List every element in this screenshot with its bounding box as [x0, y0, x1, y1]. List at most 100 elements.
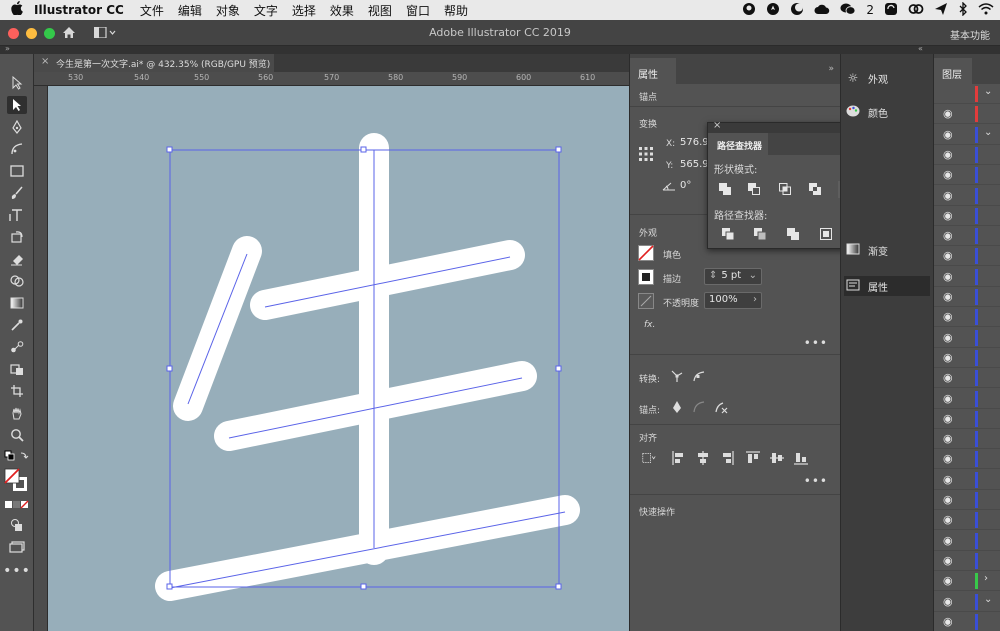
menu-type[interactable]: 文字	[254, 2, 278, 19]
symbol-sprayer-tool-icon[interactable]	[7, 360, 27, 378]
cut-path-icon[interactable]	[714, 400, 728, 414]
close-tab-icon[interactable]: ×	[41, 56, 49, 67]
layer-row[interactable]: ◉	[934, 490, 1000, 510]
visibility-eye-icon[interactable]: ◉	[943, 493, 953, 506]
visibility-eye-icon[interactable]: ◉	[943, 249, 953, 262]
selection-tool-icon[interactable]	[7, 74, 27, 92]
eyedropper-tool-icon[interactable]	[7, 316, 27, 334]
align-right-icon[interactable]	[720, 451, 734, 465]
layer-row[interactable]: ◉	[934, 470, 1000, 490]
stepper-icon[interactable]: ⇕	[709, 270, 717, 281]
merge-icon[interactable]	[785, 226, 801, 242]
opacity-field[interactable]: 100% ›	[704, 292, 762, 309]
visibility-eye-icon[interactable]: ◉	[943, 270, 953, 283]
visibility-eye-icon[interactable]: ◉	[943, 148, 953, 161]
align-top-icon[interactable]	[746, 451, 760, 465]
y-field[interactable]: 565.9	[680, 159, 709, 170]
visibility-eye-icon[interactable]: ◉	[943, 351, 953, 364]
chevron-right-icon[interactable]: ›	[753, 294, 757, 305]
menu-file[interactable]: 文件	[140, 2, 164, 19]
visibility-eye-icon[interactable]: ◉	[943, 107, 953, 120]
dock-appearance[interactable]: ☼ 外观	[844, 68, 930, 88]
visibility-eye-icon[interactable]: ◉	[943, 574, 953, 587]
send-icon[interactable]	[934, 2, 948, 19]
align-to-icon[interactable]	[642, 451, 656, 465]
eraser-tool-icon[interactable]	[7, 250, 27, 268]
layer-row[interactable]: ◉	[934, 368, 1000, 389]
visibility-eye-icon[interactable]: ◉	[943, 615, 953, 628]
layer-row[interactable]: ◉	[934, 307, 1000, 328]
workspace-switcher[interactable]: 基本功能	[950, 27, 990, 42]
color-mode-icon[interactable]	[5, 500, 29, 510]
paintbrush-tool-icon[interactable]	[7, 184, 27, 202]
layer-row[interactable]: ◉	[934, 348, 1000, 368]
artboard-canvas[interactable]	[48, 86, 629, 631]
layer-row[interactable]: ◉	[934, 551, 1000, 571]
default-fill-stroke-icon[interactable]	[4, 450, 30, 464]
app-name-menu[interactable]: Illustrator CC	[34, 3, 124, 17]
trim-icon[interactable]	[752, 226, 768, 242]
layer-row[interactable]: ◉	[934, 429, 1000, 450]
crop-icon[interactable]	[818, 226, 834, 242]
menu-effect[interactable]: 效果	[330, 2, 354, 19]
visibility-eye-icon[interactable]: ◉	[943, 432, 953, 445]
align-bottom-icon[interactable]	[794, 451, 808, 465]
expand-layer-icon[interactable]: ⌄	[984, 86, 992, 97]
layer-row[interactable]: ◉	[934, 104, 1000, 125]
visibility-eye-icon[interactable]: ◉	[943, 128, 953, 141]
divide-icon[interactable]	[720, 226, 736, 242]
wechat-icon[interactable]	[840, 2, 856, 19]
layer-row[interactable]: ◉	[934, 612, 1000, 631]
x-field[interactable]: 576.9	[680, 137, 709, 148]
visibility-eye-icon[interactable]: ◉	[943, 473, 953, 486]
screen-mode-icon[interactable]	[7, 538, 27, 556]
shape-builder-tool-icon[interactable]	[7, 272, 27, 290]
layer-row[interactable]: ◉	[934, 226, 1000, 247]
direct-selection-tool-icon[interactable]	[7, 96, 27, 114]
artboard-tool-icon[interactable]	[7, 382, 27, 400]
layer-row[interactable]: ◉ ›	[934, 571, 1000, 592]
layer-row[interactable]: ◉	[934, 287, 1000, 307]
hand-tool-icon[interactable]	[7, 404, 27, 422]
visibility-eye-icon[interactable]: ◉	[943, 513, 953, 526]
layers-tab[interactable]: 图层	[934, 58, 972, 84]
layer-row[interactable]: ◉ ⌄	[934, 125, 1000, 145]
layer-row[interactable]: ◉	[934, 186, 1000, 206]
layer-row[interactable]: ◉	[934, 449, 1000, 470]
visibility-eye-icon[interactable]: ◉	[943, 371, 953, 384]
artwork-glyph-sheng[interactable]	[48, 86, 629, 631]
rectangle-tool-icon[interactable]	[7, 162, 27, 180]
document-tab[interactable]: × 今生是第一次文字.ai* @ 432.35% (RGB/GPU 预览)	[34, 54, 274, 72]
collapse-panels-icon[interactable]: «	[918, 44, 923, 53]
menu-select[interactable]: 选择	[292, 2, 316, 19]
draw-mode-icon[interactable]	[7, 516, 27, 534]
cloud-icon[interactable]	[814, 3, 830, 18]
expand-layer-icon[interactable]: ⌄	[984, 594, 992, 605]
close-panel-icon[interactable]: ×	[713, 120, 721, 131]
zoom-tool-icon[interactable]	[7, 426, 27, 444]
expand-toolbar-icon[interactable]: »	[5, 44, 10, 53]
layer-row[interactable]: ◉ ⌄	[934, 592, 1000, 612]
visibility-eye-icon[interactable]: ◉	[943, 168, 953, 181]
visibility-eye-icon[interactable]: ◉	[943, 595, 953, 608]
visibility-eye-icon[interactable]: ◉	[943, 534, 953, 547]
layer-row[interactable]: ◉	[934, 206, 1000, 226]
convert-to-smooth-icon[interactable]	[692, 369, 706, 383]
layer-row[interactable]: ◉	[934, 145, 1000, 165]
visibility-eye-icon[interactable]: ◉	[943, 554, 953, 567]
dock-color[interactable]: 颜色	[844, 102, 930, 122]
remove-anchor-icon[interactable]	[670, 400, 684, 414]
layer-row[interactable]: ◉	[934, 267, 1000, 287]
collapse-panel-icon[interactable]: »	[828, 64, 834, 74]
fill-stroke-swatch[interactable]	[4, 468, 30, 492]
visibility-eye-icon[interactable]: ◉	[943, 209, 953, 222]
dock-gradient[interactable]: 渐变	[844, 240, 930, 260]
type-tool-icon[interactable]	[7, 206, 27, 224]
stroke-swatch[interactable]	[638, 269, 654, 288]
pathfinder-tab[interactable]: 路径查找器	[708, 133, 768, 155]
layer-row[interactable]: ◉	[934, 165, 1000, 186]
blend-tool-icon[interactable]	[7, 338, 27, 356]
dock-properties[interactable]: 属性	[844, 276, 930, 296]
align-vertical-center-icon[interactable]	[770, 451, 784, 465]
intersect-icon[interactable]	[777, 181, 793, 197]
